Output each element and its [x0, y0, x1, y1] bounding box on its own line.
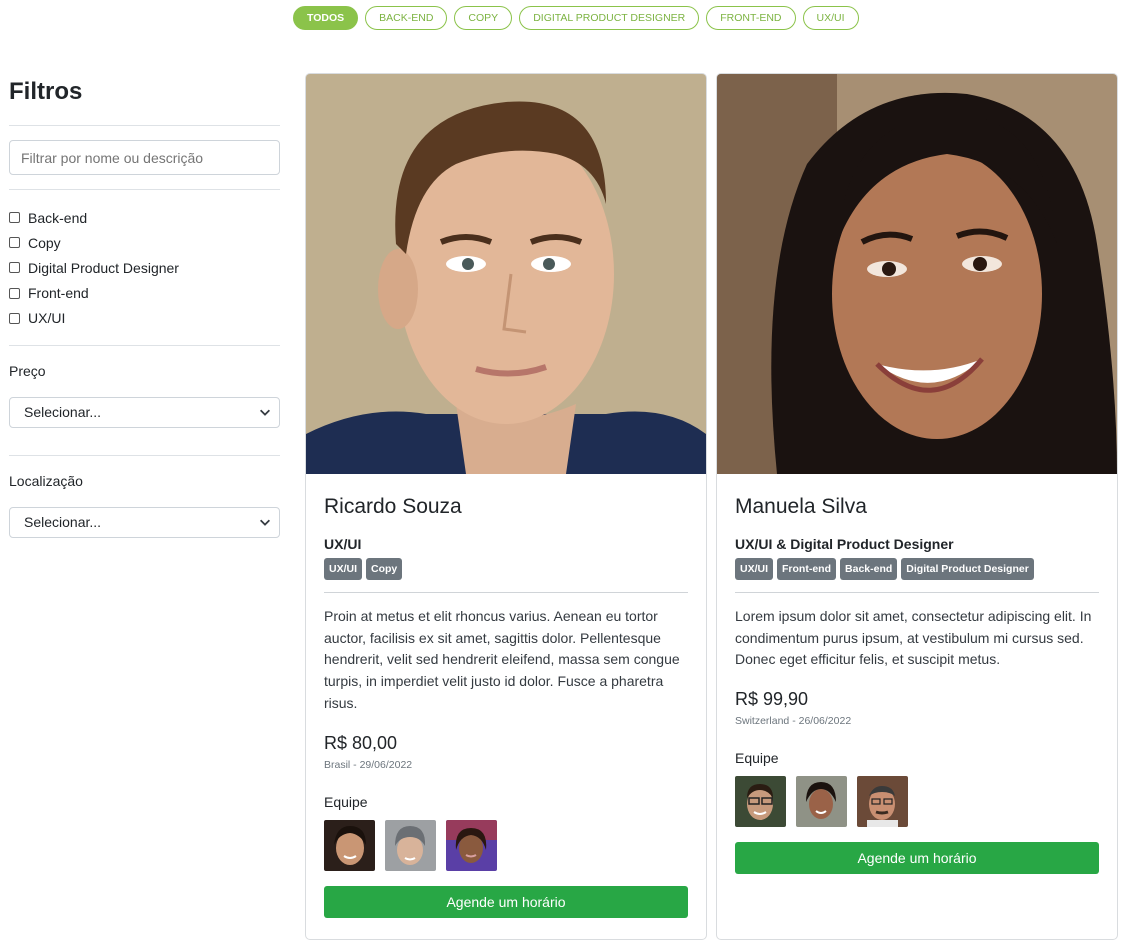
- location-filter-label: Localização: [9, 472, 83, 489]
- category-pill-ux-ui[interactable]: UX/UI: [802, 6, 859, 30]
- skill-badge: Back-end: [840, 558, 898, 580]
- professional-description: Lorem ipsum dolor sit amet, consectetur …: [735, 608, 1092, 668]
- checkbox-back-end[interactable]: Back-end: [9, 205, 280, 230]
- avatar[interactable]: [446, 819, 497, 871]
- checkbox-box[interactable]: [9, 312, 20, 324]
- price-select[interactable]: Selecionar...: [9, 396, 280, 428]
- skill-badge: Digital Product Designer: [901, 558, 1034, 580]
- location-date: Switzerland - 26/06/2022: [735, 715, 852, 728]
- checkbox-box[interactable]: [9, 262, 20, 274]
- category-filter-bar: Todos Back-end Copy Digital Product Desi…: [293, 6, 859, 30]
- filters-sidebar: Filtros Back-end Copy Digital Product De…: [9, 74, 280, 538]
- professional-card: Ricardo Souza UX/UI UX/UI Copy Proin at …: [305, 73, 707, 940]
- profile-photo: [717, 74, 1117, 474]
- category-pill-front-end[interactable]: Front-end: [706, 6, 796, 30]
- location-select-value: Selecionar...: [24, 513, 102, 530]
- skill-tags: UX/UI Copy: [324, 558, 688, 580]
- checkbox-digital-product-designer[interactable]: Digital Product Designer: [9, 255, 280, 280]
- chevron-down-icon: [260, 409, 270, 416]
- divider: [9, 454, 280, 456]
- checkbox-label: Front-end: [28, 285, 89, 302]
- price-value: R$ 99,90: [735, 689, 809, 710]
- avatar[interactable]: [857, 776, 908, 828]
- divider: [9, 125, 280, 126]
- avatar[interactable]: [385, 819, 436, 871]
- checkbox-ux-ui[interactable]: UX/UI: [9, 306, 280, 331]
- skill-badge: Front-end: [777, 558, 837, 580]
- avatar[interactable]: [796, 776, 847, 828]
- location-date: Brasil - 29/06/2022: [324, 758, 413, 771]
- professional-name: Ricardo Souza: [324, 495, 462, 518]
- checkbox-box[interactable]: [9, 237, 20, 249]
- professional-role: UX/UI & Digital Product Designer: [735, 536, 954, 552]
- team-avatars: [735, 776, 1099, 828]
- professional-role: UX/UI: [324, 536, 362, 552]
- profile-photo: [306, 74, 706, 474]
- avatar[interactable]: [735, 776, 786, 828]
- schedule-button[interactable]: Agende um horário: [735, 842, 1099, 875]
- search-input[interactable]: [9, 140, 280, 175]
- checkbox-label: Digital Product Designer: [28, 259, 179, 276]
- divider: [9, 189, 280, 190]
- price-filter-label: Preço: [9, 362, 46, 379]
- checkbox-label: Back-end: [28, 209, 88, 226]
- category-pill-digital-product-designer[interactable]: Digital Product Designer: [519, 6, 700, 30]
- category-pill-todos[interactable]: Todos: [293, 6, 359, 30]
- category-checkbox-list: Back-end Copy Digital Product Designer F…: [9, 205, 280, 331]
- checkbox-box[interactable]: [9, 212, 20, 224]
- skill-badge: UX/UI: [324, 558, 363, 580]
- chevron-down-icon: [260, 519, 270, 526]
- price-select-value: Selecionar...: [24, 403, 102, 420]
- price-value: R$ 80,00: [324, 732, 398, 753]
- team-avatars: [324, 819, 688, 871]
- checkbox-label: UX/UI: [28, 310, 66, 327]
- skill-badge: Copy: [366, 558, 403, 580]
- schedule-button[interactable]: Agende um horário: [324, 885, 688, 918]
- skill-badge: UX/UI: [735, 558, 774, 580]
- location-select[interactable]: Selecionar...: [9, 506, 280, 538]
- checkbox-front-end[interactable]: Front-end: [9, 281, 280, 306]
- checkbox-label: Copy: [28, 234, 61, 251]
- professional-name: Manuela Silva: [735, 495, 867, 518]
- skill-tags: UX/UI Front-end Back-end Digital Product…: [735, 558, 1099, 580]
- avatar[interactable]: [324, 819, 375, 871]
- divider: [9, 344, 280, 346]
- professional-description: Proin at metus et elit rhoncus varius. A…: [324, 608, 680, 711]
- team-label: Equipe: [324, 793, 368, 810]
- divider: [735, 592, 1099, 593]
- checkbox-copy[interactable]: Copy: [9, 230, 280, 255]
- team-label: Equipe: [735, 750, 779, 767]
- checkbox-box[interactable]: [9, 287, 20, 299]
- category-pill-back-end[interactable]: Back-end: [365, 6, 448, 30]
- filters-title: Filtros: [9, 78, 83, 105]
- professional-card: Manuela Silva UX/UI & Digital Product De…: [716, 73, 1118, 940]
- divider: [324, 592, 688, 593]
- category-pill-copy[interactable]: Copy: [454, 6, 513, 30]
